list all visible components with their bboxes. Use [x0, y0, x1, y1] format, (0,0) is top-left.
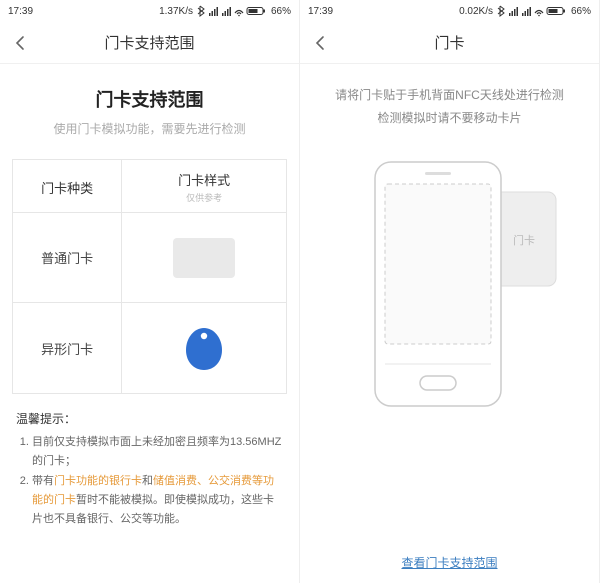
card-label: 门卡	[513, 233, 535, 247]
th-style: 门卡样式 仅供参考	[122, 160, 286, 212]
screen-card-range: 17:39 1.37K/s 66%	[0, 0, 300, 583]
view-range-link[interactable]: 查看门卡支持范围	[401, 556, 497, 570]
status-time: 17:39	[8, 6, 33, 17]
status-bar: 17:39 1.37K/s 66%	[0, 0, 299, 22]
nav-bar: 门卡支持范围	[0, 22, 299, 64]
status-time: 17:39	[308, 6, 333, 17]
status-speed: 1.37K/s	[159, 6, 193, 17]
status-icons	[197, 5, 267, 17]
status-icons	[497, 5, 567, 17]
content-area: 请将门卡贴于手机背面NFC天线处进行检测 检测模拟时请不要移动卡片 门卡	[300, 64, 599, 583]
table-row: 异形门卡	[13, 303, 286, 393]
th-style-sub: 仅供参考	[186, 191, 222, 204]
content-area: 门卡支持范围 使用门卡模拟功能，需要先进行检测 门卡种类 门卡样式 仅供参考 普…	[0, 64, 299, 583]
tips-item: 目前仅支持模拟市面上未经加密且频率为13.56MHZ的门卡；	[32, 433, 283, 470]
nav-title: 门卡	[300, 32, 599, 53]
tips-item: 带有门卡功能的银行卡和储值消费、公交消费等功能的门卡暂时不能被模拟。即使模拟成功…	[32, 472, 283, 528]
phone-illustration: 门卡	[300, 154, 599, 414]
back-button[interactable]	[300, 22, 342, 64]
status-speed: 0.02K/s	[459, 6, 493, 17]
instruction-text: 请将门卡贴于手机背面NFC天线处进行检测 检测模拟时请不要移动卡片	[300, 84, 599, 130]
page-heading: 门卡支持范围	[0, 86, 299, 112]
nav-title: 门卡支持范围	[0, 32, 299, 53]
instruction-line: 请将门卡贴于手机背面NFC天线处进行检测	[300, 84, 599, 107]
normal-card-icon	[173, 238, 235, 278]
screen-card-detect: 17:39 0.02K/s 66% 门卡 请将门卡贴于手机背面NFC天线处进行检…	[300, 0, 600, 583]
th-style-label: 门卡样式	[178, 170, 230, 189]
bottom-link-area: 查看门卡支持范围	[300, 554, 599, 571]
status-bar: 17:39 0.02K/s 66%	[300, 0, 599, 22]
row-label: 异形门卡	[13, 303, 122, 393]
status-right: 0.02K/s 66%	[459, 5, 591, 17]
back-button[interactable]	[0, 22, 42, 64]
table-header: 门卡种类 门卡样式 仅供参考	[13, 160, 286, 213]
status-battery: 66%	[571, 6, 591, 17]
page-subheading: 使用门卡模拟功能，需要先进行检测	[0, 120, 299, 137]
tips-section: 温馨提示： 目前仅支持模拟市面上未经加密且频率为13.56MHZ的门卡； 带有门…	[0, 394, 299, 528]
instruction-line: 检测模拟时请不要移动卡片	[300, 107, 599, 130]
chevron-left-icon	[313, 35, 329, 51]
nav-bar: 门卡	[300, 22, 599, 64]
chevron-left-icon	[13, 35, 29, 51]
table-row: 普通门卡	[13, 213, 286, 303]
status-right: 1.37K/s 66%	[159, 5, 291, 17]
th-type: 门卡种类	[13, 160, 122, 212]
row-sample	[122, 213, 286, 302]
row-label: 普通门卡	[13, 213, 122, 302]
status-battery: 66%	[271, 6, 291, 17]
highlight-text: 门卡功能的银行卡	[54, 475, 142, 487]
tips-title: 温馨提示：	[16, 410, 283, 427]
row-sample	[122, 303, 286, 393]
card-table: 门卡种类 门卡样式 仅供参考 普通门卡 异形门卡	[12, 159, 287, 394]
keyfob-card-icon	[182, 324, 226, 372]
